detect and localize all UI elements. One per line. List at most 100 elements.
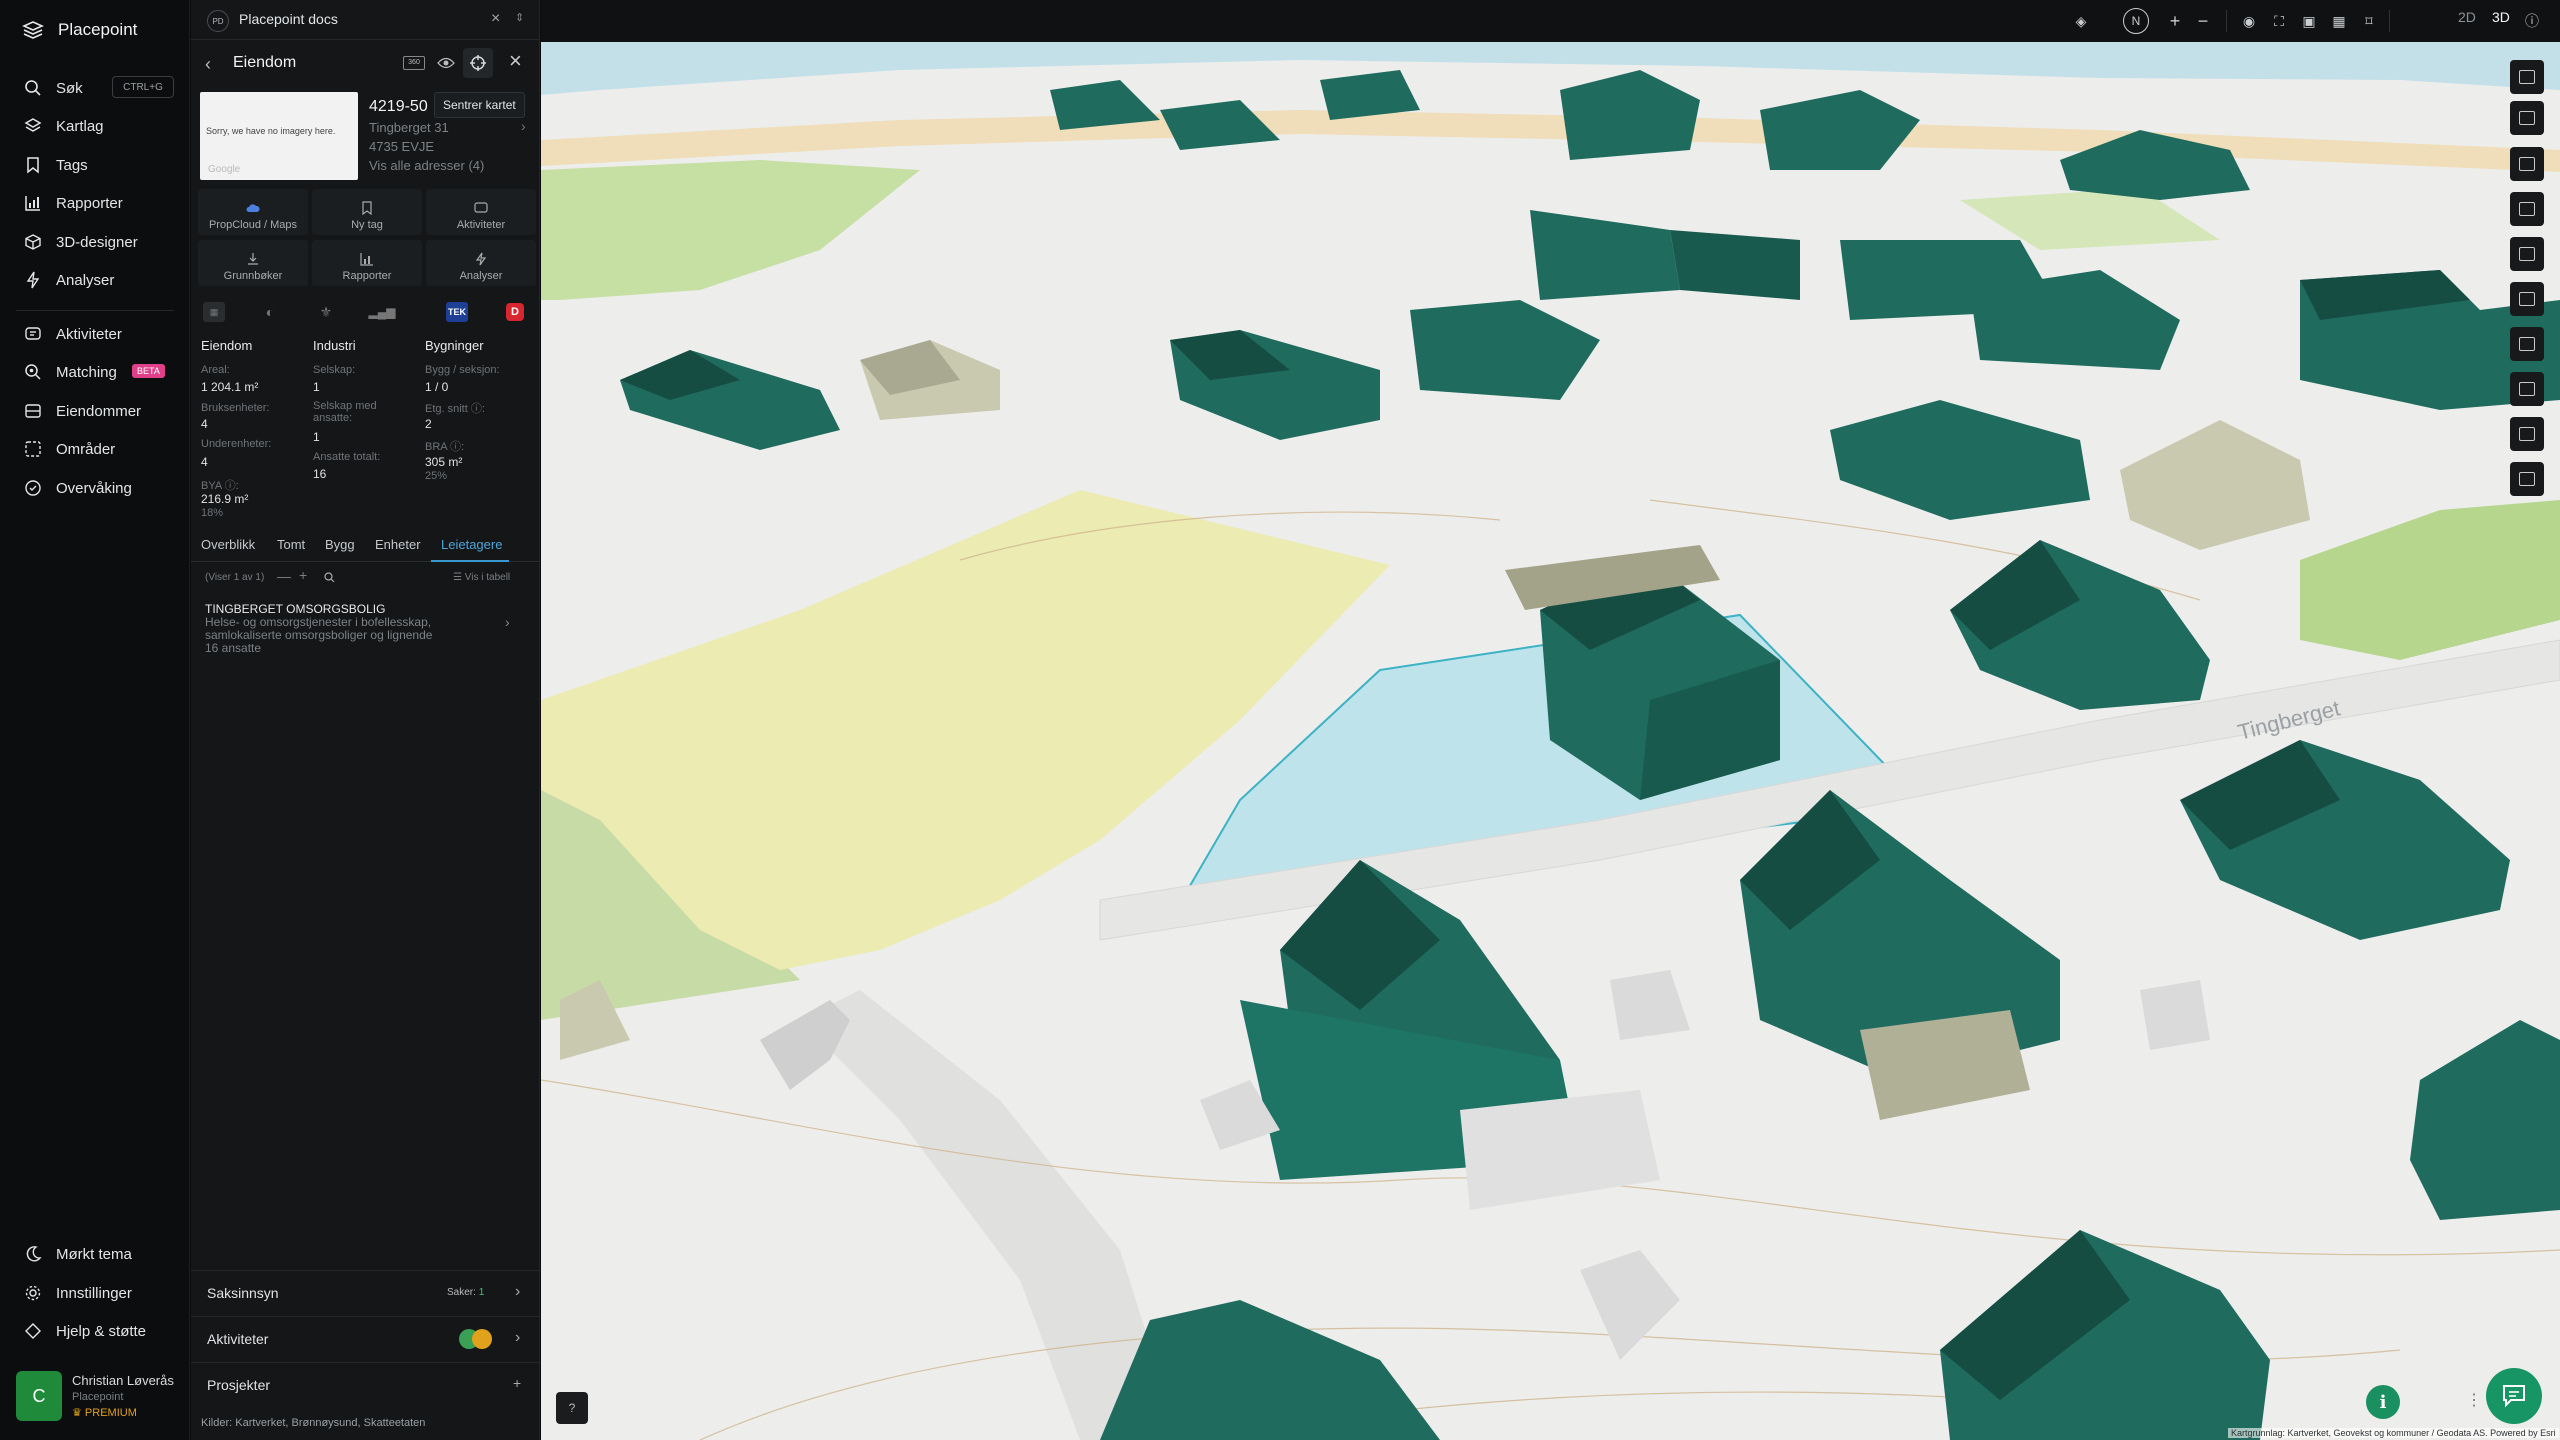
- detail-tabs: Overblikk Tomt Bygg Enheter Leietagere: [191, 532, 540, 562]
- nav-search[interactable]: Søk: [24, 76, 83, 100]
- tile-label: Analyser: [459, 270, 503, 282]
- street-view-thumbnail[interactable]: Sorry, we have no imagery here. Google: [200, 92, 358, 180]
- search-icon[interactable]: [324, 572, 335, 583]
- layers-toggle-icon[interactable]: ◈: [2071, 11, 2091, 31]
- aktiviteter-section[interactable]: Aktiviteter ›: [191, 1316, 540, 1360]
- d-link[interactable]: D: [506, 303, 524, 321]
- property-postal: 4735 EVJE: [369, 139, 435, 154]
- map-tool-profile[interactable]: [2510, 237, 2544, 271]
- doc-title[interactable]: Placepoint docs: [239, 11, 338, 27]
- nav-matching[interactable]: Matching: [24, 360, 117, 384]
- table-view-link[interactable]: ☰ Vis i tabell: [453, 572, 510, 583]
- brand[interactable]: Placepoint: [22, 20, 137, 40]
- map-tool-sun[interactable]: [2510, 327, 2544, 361]
- tek-link[interactable]: TEK: [446, 302, 468, 322]
- nav-tags[interactable]: Tags: [24, 153, 88, 177]
- nav-omrader[interactable]: Områder: [24, 437, 115, 461]
- lightning-icon: [475, 252, 487, 266]
- nav-kartlag[interactable]: Kartlag: [24, 114, 104, 138]
- bya-percent: 18%: [201, 507, 224, 519]
- tenant-item[interactable]: TINGBERGET OMSORGSBOLIG Helse- og omsorg…: [205, 602, 525, 662]
- analyses-button[interactable]: Analyser: [426, 240, 536, 286]
- nav-eiendommer[interactable]: Eiendommer: [24, 399, 141, 423]
- nav-help[interactable]: Hjelp & støtte: [24, 1319, 146, 1343]
- map-tool-terrain[interactable]: [2510, 372, 2544, 406]
- activities-button[interactable]: Aktiviteter: [426, 189, 536, 235]
- new-tag-button[interactable]: Ny tag: [312, 189, 422, 235]
- map-tool-view[interactable]: [2510, 147, 2544, 181]
- property-panel: PD Placepoint docs × ⇕ ‹ Eiendom 360 × S…: [191, 0, 540, 1440]
- map-tool-slope[interactable]: [2510, 282, 2544, 316]
- tab-bygg[interactable]: Bygg: [325, 537, 355, 552]
- tile-label: Aktiviteter: [456, 219, 506, 231]
- areal-value: 1 204.1 m²: [201, 380, 259, 394]
- map-tool-grid[interactable]: [2510, 462, 2544, 496]
- avatar: C: [16, 1371, 62, 1421]
- external-link-2[interactable]: ◐: [259, 302, 281, 322]
- external-link-3[interactable]: ⚜: [315, 302, 337, 322]
- nav-rapporter[interactable]: Rapporter: [24, 191, 123, 215]
- zoom-out-icon[interactable]: −: [2193, 11, 2213, 31]
- all-addresses-link[interactable]: Vis alle adresser (4): [369, 158, 484, 173]
- close-doc-icon[interactable]: ×: [491, 10, 500, 28]
- center-map-button[interactable]: [463, 48, 493, 78]
- tab-overblikk[interactable]: Overblikk: [201, 537, 255, 552]
- mode-3d[interactable]: 3D: [2492, 9, 2510, 25]
- bookmark-icon: [27, 157, 39, 174]
- external-link-4[interactable]: ▂▄▆: [369, 302, 396, 322]
- zoom-in-icon[interactable]: +: [2165, 11, 2185, 31]
- chat-button[interactable]: [2486, 1368, 2542, 1424]
- user-profile[interactable]: C Christian Løverås Placepoint ♛ PREMIUM: [16, 1371, 186, 1425]
- grunnboker-button[interactable]: Grunnbøker: [198, 240, 308, 286]
- nav-aktiviteter[interactable]: Aktiviteter: [24, 322, 122, 346]
- info-icon[interactable]: ⓘ: [2522, 11, 2542, 31]
- camera-icon[interactable]: ▣: [2299, 11, 2319, 31]
- tab-enheter[interactable]: Enheter: [375, 537, 421, 552]
- active-tab-indicator: [431, 560, 509, 562]
- map-tool-measure[interactable]: [2510, 101, 2544, 135]
- add-project-icon[interactable]: +: [513, 1375, 521, 1391]
- moon-icon: [26, 1246, 42, 1262]
- nav-3d-designer[interactable]: 3D-designer: [24, 230, 138, 254]
- map-tool-stats[interactable]: [2510, 417, 2544, 451]
- map-tool-chart[interactable]: [2510, 192, 2544, 226]
- fullscreen-icon[interactable]: ⛶: [2269, 11, 2289, 31]
- map-info-button[interactable]: i: [2366, 1385, 2400, 1419]
- nav-analyser[interactable]: Analyser: [24, 268, 114, 292]
- map-view[interactable]: Tingberget: [541, 42, 2560, 1440]
- prosjekter-section[interactable]: Prosjekter +: [191, 1362, 540, 1406]
- expand-doc-icon[interactable]: ⇕: [515, 11, 524, 24]
- grid-icon[interactable]: ▦: [2329, 11, 2349, 31]
- back-icon[interactable]: ‹: [205, 54, 211, 75]
- map-help-button[interactable]: ?: [556, 1392, 588, 1424]
- saksinnsyn-section[interactable]: Saksinnsyn Saker: 1 ›: [191, 1270, 540, 1314]
- bar-chart-icon: [360, 253, 373, 266]
- bookmark-icon[interactable]: ⌑: [2359, 11, 2379, 31]
- nav-overvaking[interactable]: Overvåking: [24, 476, 132, 500]
- search-icon: [25, 80, 41, 96]
- nav-label: Områder: [56, 440, 116, 458]
- tab-leietagere[interactable]: Leietagere: [441, 537, 502, 552]
- propcloud-button[interactable]: PropCloud / Maps: [198, 189, 308, 235]
- reports-button[interactable]: Rapporter: [312, 240, 422, 286]
- add-icon[interactable]: +: [299, 567, 307, 583]
- monitor-icon: [25, 480, 41, 496]
- nav-settings[interactable]: Innstillinger: [24, 1281, 132, 1305]
- tab-tomt[interactable]: Tomt: [277, 537, 305, 552]
- map-tool-select[interactable]: [2510, 60, 2544, 94]
- match-search-icon: [25, 364, 41, 380]
- eye-icon[interactable]: [437, 56, 455, 70]
- compass-north[interactable]: N: [2123, 8, 2149, 34]
- collapse-icon[interactable]: —: [277, 568, 291, 584]
- chevron-right-icon[interactable]: ›: [521, 118, 526, 134]
- google-watermark: Google: [208, 164, 241, 175]
- external-link-1[interactable]: ▦: [203, 302, 225, 322]
- nav-label: Innstillinger: [56, 1284, 132, 1302]
- close-panel-icon[interactable]: ×: [509, 48, 522, 74]
- visibility-icon[interactable]: ◉: [2239, 11, 2259, 31]
- nav-dark-theme[interactable]: Mørkt tema: [24, 1242, 132, 1266]
- 360-view-icon[interactable]: 360: [403, 56, 425, 70]
- mode-2d[interactable]: 2D: [2458, 9, 2476, 25]
- aktiviteter-label: Aktiviteter: [207, 1331, 269, 1347]
- map-attribution: Kartgrunnlag: Kartverket, Geovekst og ko…: [2228, 1428, 2559, 1438]
